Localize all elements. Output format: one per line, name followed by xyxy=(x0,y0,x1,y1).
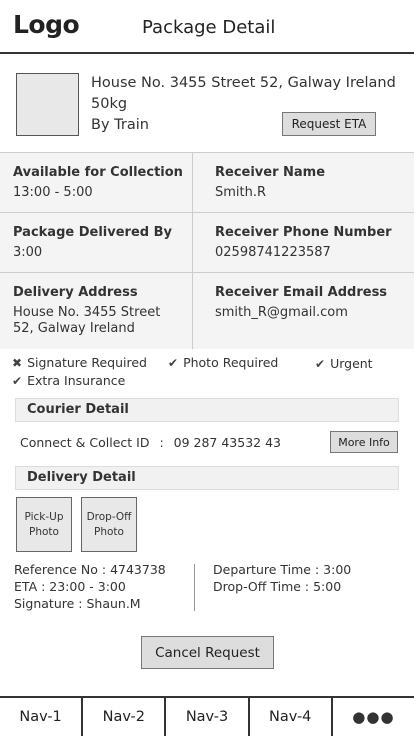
more-info-button[interactable]: More Info xyxy=(330,431,398,453)
detail-label: Receiver Phone Number xyxy=(215,225,392,240)
nav-item-3[interactable]: Nav-3 xyxy=(166,698,250,736)
collect-id-row: Connect & Collect ID : 09 287 43532 43 xyxy=(20,435,281,450)
package-tags: ✖ Signature Required ✔ Photo Required ✔ … xyxy=(0,352,414,392)
detail-value: House No. 3455 Street 52, Galway Ireland xyxy=(13,305,161,336)
detail-label: Package Delivered By xyxy=(13,225,172,240)
detail-receiver-name: Receiver Name Smith.R xyxy=(193,153,414,213)
page-title: Package Detail xyxy=(142,17,276,38)
detail-delivery-address: Delivery Address House No. 3455 Street 5… xyxy=(0,273,207,349)
details-grid: Available for Collection 13:00 - 5:00 Re… xyxy=(0,152,414,349)
delivery-detail-header: Delivery Detail xyxy=(15,466,399,490)
collect-id-separator: : xyxy=(159,435,164,450)
app-logo[interactable]: Logo xyxy=(13,10,80,39)
bottom-nav: Nav-1 Nav-2 Nav-3 Nav-4 ●●● xyxy=(0,696,414,736)
collect-id-label: Connect & Collect ID xyxy=(20,435,150,450)
detail-value: 02598741223587 xyxy=(215,245,331,260)
divider xyxy=(192,153,193,349)
app-header: Logo Package Detail xyxy=(0,0,414,54)
tag-label: Urgent xyxy=(330,356,373,371)
detail-delivered-by: Package Delivered By 3:00 xyxy=(0,213,207,273)
request-eta-button[interactable]: Request ETA xyxy=(282,112,376,136)
detail-label: Delivery Address xyxy=(13,285,138,300)
tag-label: Photo Required xyxy=(183,355,279,370)
more-menu-button[interactable]: ●●● xyxy=(333,698,414,736)
pickup-photo-button[interactable]: Pick-Up Photo xyxy=(16,497,72,552)
detail-label: Available for Collection xyxy=(13,165,183,180)
package-thumbnail xyxy=(16,73,79,136)
check-icon: ✔ xyxy=(315,356,326,371)
detail-value: Smith.R xyxy=(215,185,267,200)
check-icon: ✔ xyxy=(168,355,179,370)
nav-item-2[interactable]: Nav-2 xyxy=(83,698,167,736)
departure-time: Departure Time : 3:00 xyxy=(213,562,352,577)
detail-receiver-phone: Receiver Phone Number 02598741223587 xyxy=(193,213,414,273)
courier-detail-header: Courier Detail xyxy=(15,398,399,422)
reference-number: Reference No : 4743738 xyxy=(14,562,166,577)
detail-value: smith_R@gmail.com xyxy=(215,305,348,320)
divider xyxy=(194,564,195,611)
tag-insurance: ✔ Extra Insurance xyxy=(12,373,125,388)
package-method: By Train xyxy=(91,117,149,133)
package-weight: 50kg xyxy=(91,96,128,112)
cancel-request-button[interactable]: Cancel Request xyxy=(141,636,274,669)
check-icon: ✔ xyxy=(12,373,23,388)
dropoff-photo-button[interactable]: Drop-Off Photo xyxy=(81,497,137,552)
package-summary: House No. 3455 Street 52, Galway Ireland… xyxy=(0,54,414,152)
section-title: Delivery Detail xyxy=(27,470,136,485)
dropoff-time: Drop-Off Time : 5:00 xyxy=(213,579,342,594)
tag-urgent: ✔ Urgent xyxy=(315,356,373,371)
eta-window: ETA : 23:00 - 3:00 xyxy=(14,579,126,594)
signature-name: Signature : Shaun.M xyxy=(14,596,141,611)
nav-item-4[interactable]: Nav-4 xyxy=(250,698,333,736)
tag-photo: ✔ Photo Required xyxy=(168,355,278,370)
detail-available: Available for Collection 13:00 - 5:00 xyxy=(0,153,207,213)
tag-label: Signature Required xyxy=(27,355,147,370)
package-address: House No. 3455 Street 52, Galway Ireland xyxy=(91,75,396,91)
more-dots-icon: ●●● xyxy=(352,708,395,726)
tag-signature: ✖ Signature Required xyxy=(12,355,147,370)
detail-value: 3:00 xyxy=(13,245,43,260)
cross-icon: ✖ xyxy=(12,355,23,370)
detail-label: Receiver Name xyxy=(215,165,326,180)
tag-label: Extra Insurance xyxy=(27,373,126,388)
nav-item-1[interactable]: Nav-1 xyxy=(0,698,84,736)
detail-value: 13:00 - 5:00 xyxy=(13,185,93,200)
collect-id-value: 09 287 43532 43 xyxy=(173,435,281,450)
detail-receiver-email: Receiver Email Address smith_R@gmail.com xyxy=(193,273,414,349)
section-title: Courier Detail xyxy=(27,402,129,417)
detail-label: Receiver Email Address xyxy=(215,285,388,300)
